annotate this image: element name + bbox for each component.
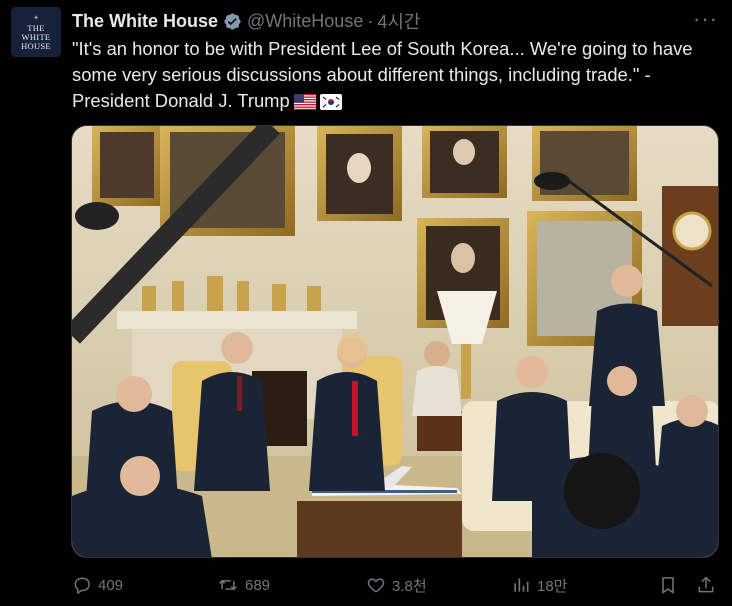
views-chart-icon bbox=[514, 578, 529, 592]
views-count: 18만 bbox=[537, 577, 568, 595]
like-button[interactable]: 3.8천 bbox=[366, 572, 427, 598]
tweet-photo[interactable] bbox=[71, 125, 719, 558]
tweet-body: "It's an honor to be with President Lee … bbox=[72, 38, 693, 111]
more-options-icon[interactable]: ··· bbox=[693, 8, 718, 30]
bookmark-button[interactable] bbox=[658, 572, 684, 598]
separator-dot: · bbox=[367, 10, 374, 31]
heart-icon bbox=[367, 578, 385, 593]
action-bar: 409 689 3.8천 18만 bbox=[72, 572, 722, 598]
bookmark-icon bbox=[662, 577, 674, 594]
avatar[interactable]: ✦ THE WHITE HOUSE bbox=[11, 7, 61, 57]
views-button[interactable]: 18만 bbox=[511, 572, 568, 598]
like-count: 3.8천 bbox=[392, 577, 427, 595]
south-korea-flag-icon bbox=[319, 91, 342, 117]
retweet-count: 689 bbox=[245, 576, 271, 594]
retweet-icon bbox=[219, 579, 237, 591]
share-button[interactable] bbox=[696, 572, 722, 598]
tweet-text: "It's an honor to be with President Lee … bbox=[72, 36, 722, 117]
account-handle[interactable]: @WhiteHouse bbox=[247, 11, 363, 32]
reply-button[interactable]: 409 bbox=[72, 572, 123, 598]
seal-icon: ✦ bbox=[33, 14, 39, 22]
us-flag-icon bbox=[293, 91, 316, 117]
oval-office-photo bbox=[72, 126, 718, 557]
timestamp[interactable]: 4시간 bbox=[377, 8, 420, 34]
avatar-text-line3: HOUSE bbox=[21, 40, 51, 51]
account-name[interactable]: The White House bbox=[72, 11, 218, 32]
reply-icon bbox=[74, 577, 90, 595]
share-icon bbox=[698, 576, 714, 593]
retweet-button[interactable]: 689 bbox=[217, 572, 270, 598]
tweet-header: The White House @WhiteHouse · 4시간 ··· bbox=[72, 8, 718, 34]
reply-count: 409 bbox=[98, 576, 124, 594]
verified-badge-icon[interactable] bbox=[223, 12, 242, 31]
